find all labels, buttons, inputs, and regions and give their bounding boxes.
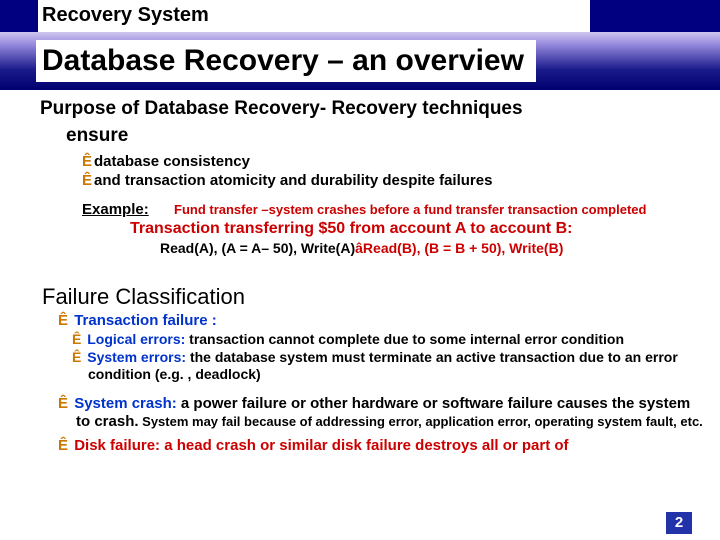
purpose-bullet-2-text: and transaction atomicity and durability… [94,172,492,189]
header-left-block [0,0,38,32]
purpose-line1: Purpose of Database Recovery- Recovery t… [40,98,706,121]
crash-desc2: System may fail because of addressing er… [139,414,703,429]
read-write-line: Read(A), (A = A– 50), Write(A)âRead(B), … [40,240,706,256]
slide-title: Database Recovery – an overview [36,40,536,82]
header-topic: Recovery System [38,0,590,32]
arrow-icon: Ê [82,153,92,170]
arrow-icon: Ê [58,437,68,454]
arrow-icon: Ê [58,312,68,329]
purpose-line2: ensure [40,125,706,148]
header-right-block [590,0,720,32]
txn-failure-bullet: Ê Transaction failure : [40,312,706,331]
purpose-bullet-1: Êdatabase consistency [40,152,706,172]
purpose-bullet-1-text: database consistency [94,153,250,170]
header-bar: Recovery System [0,0,720,32]
arrow-icon: Ê [72,349,81,365]
arrow-icon: Ê [58,395,68,412]
system-error-line: Ê System errors: the database system mus… [40,349,706,383]
logical-error-line: Ê Logical errors: transaction cannot com… [40,331,706,348]
arrow-icon: Ê [82,172,92,189]
disk-failure-line: Ê Disk failure: a head crash or similar … [40,437,706,454]
content-area: Purpose of Database Recovery- Recovery t… [0,90,720,454]
title-band: Database Recovery – an overview [0,32,720,90]
example-row: Example: Fund transfer –system crashes b… [40,201,706,218]
rw-b: Read(B), (B = B + 50), Write(B) [363,240,563,256]
example-label: Example: [82,201,149,218]
rw-a: Read(A), (A = A– 50), Write(A) [160,240,355,256]
txn-failure-label: Transaction failure : [74,312,217,329]
failure-heading: Failure Classification [42,284,706,310]
page-number: 2 [666,512,692,534]
logical-label: Logical errors: [87,331,185,347]
logical-desc: transaction cannot complete due to some … [185,331,624,347]
transfer-line: Transaction transferring $50 from accoun… [40,220,706,238]
purpose-bullet-2: Êand transaction atomicity and durabilit… [40,171,706,191]
disk-desc: a head crash or similar disk failure des… [160,437,568,454]
disk-label: Disk failure: [74,437,160,454]
down-arrow-icon: â [355,240,363,256]
crash-label: System crash: [74,395,177,412]
system-label: System errors: [87,349,186,365]
example-desc: Fund transfer –system crashes before a f… [174,202,646,217]
arrow-icon: Ê [72,331,81,347]
system-crash-block: Ê System crash: a power failure or other… [40,395,706,431]
